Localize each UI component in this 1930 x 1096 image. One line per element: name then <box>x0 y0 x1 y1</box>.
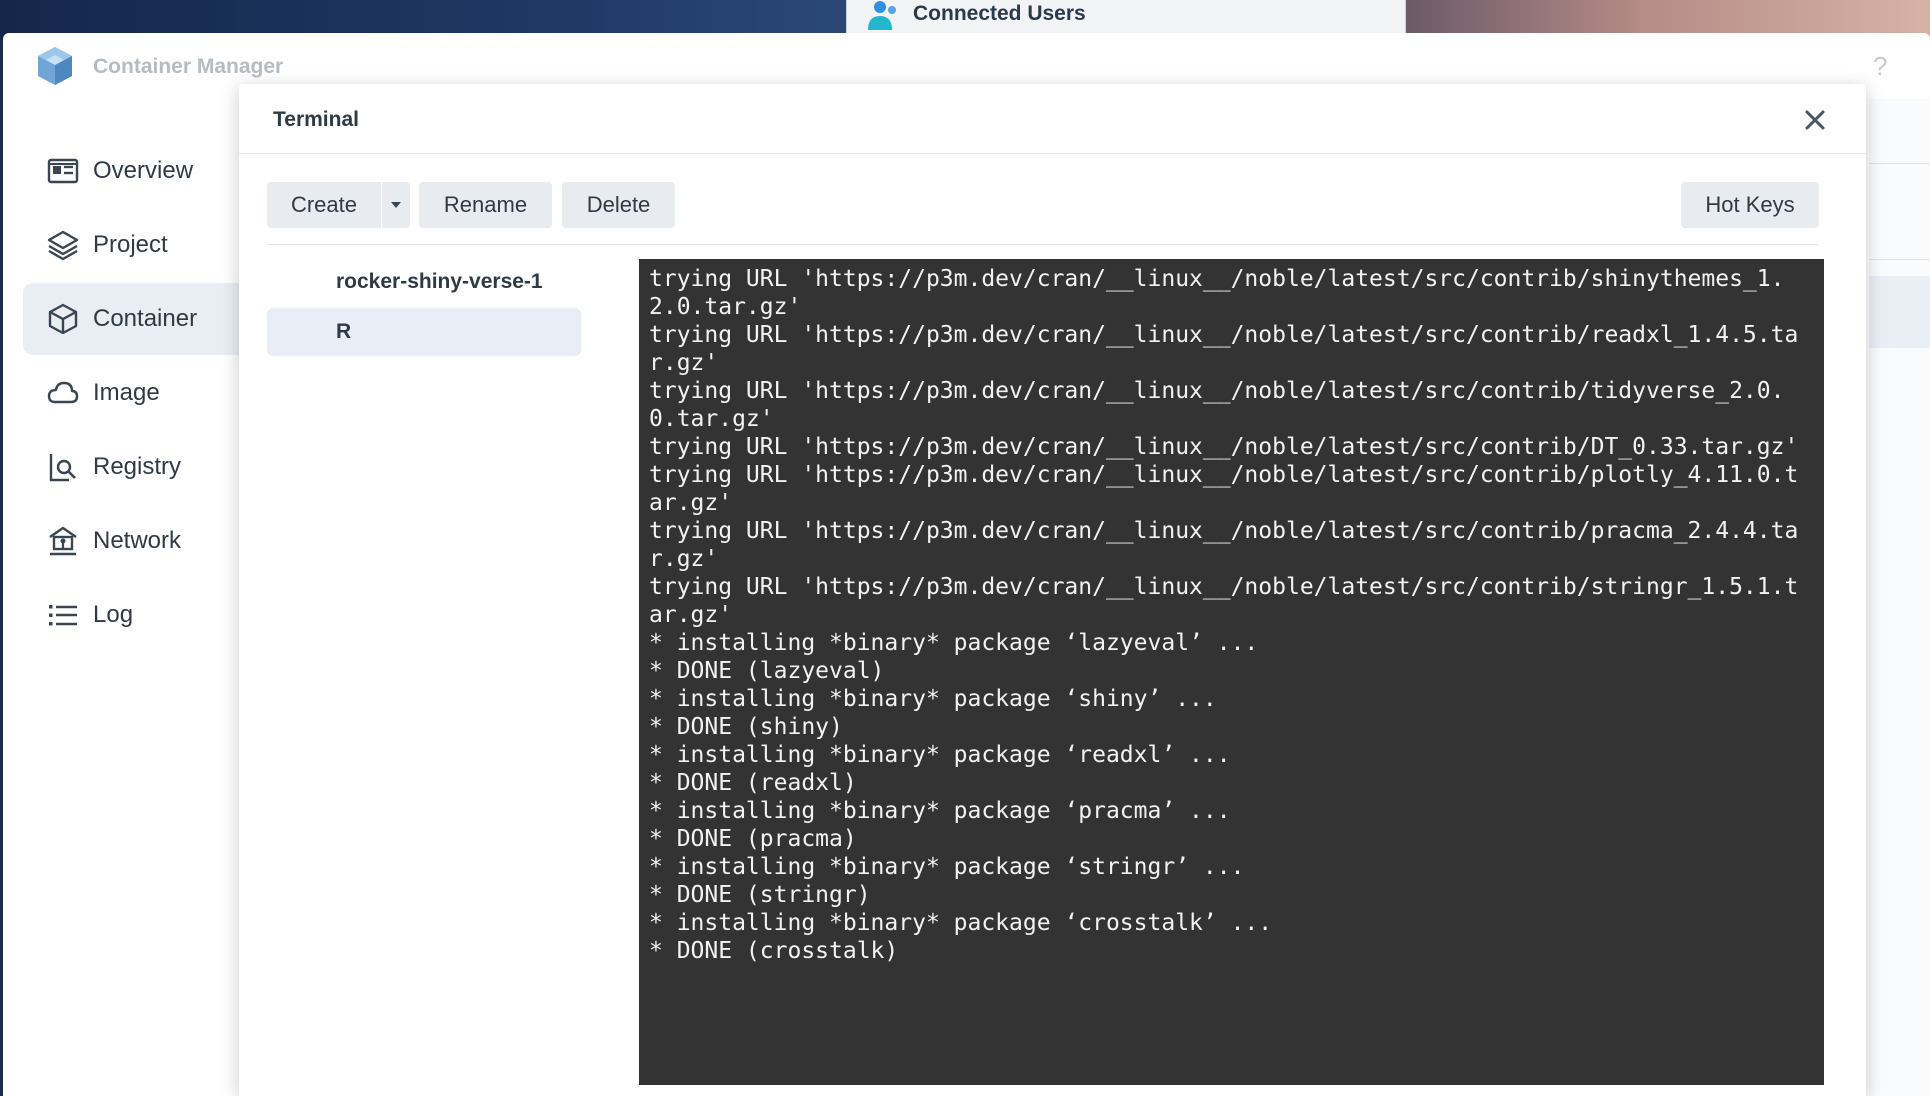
terminal-line: trying URL 'https://p3m.dev/cran/__linux… <box>649 378 1785 432</box>
create-button[interactable]: Create <box>267 182 381 228</box>
sidebar: Overview Project Container Image Registr… <box>3 99 243 1096</box>
caret-down-icon <box>391 202 401 208</box>
terminal-line: * DONE (lazyeval) <box>649 658 885 684</box>
list-icon <box>49 605 77 626</box>
app-title: Container Manager <box>93 55 284 78</box>
terminal-line: * DONE (pracma) <box>649 826 857 852</box>
close-icon[interactable] <box>1799 104 1831 136</box>
terminal-line: * installing *binary* package ‘shiny’ ..… <box>649 686 1217 712</box>
connected-users-widget[interactable]: Connected Users <box>846 0 1406 34</box>
terminal-line: trying URL 'https://p3m.dev/cran/__linux… <box>649 434 1799 460</box>
terminal-line: * installing *binary* package ‘readxl’ .… <box>649 742 1231 768</box>
sidebar-item-log[interactable]: Log <box>23 579 243 651</box>
cube-icon <box>48 303 78 335</box>
connected-users-label: Connected Users <box>913 2 1086 25</box>
divider <box>267 244 1819 245</box>
terminal-line: trying URL 'https://p3m.dev/cran/__linux… <box>649 266 1785 320</box>
terminal-line: * installing *binary* package ‘crosstalk… <box>649 910 1273 936</box>
terminal-line: trying URL 'https://p3m.dev/cran/__linux… <box>649 574 1799 628</box>
divider <box>1869 259 1930 260</box>
sidebar-item-label: Container <box>93 305 198 332</box>
terminal-line: trying URL 'https://p3m.dev/cran/__linux… <box>649 518 1799 572</box>
terminal-output[interactable]: trying URL 'https://p3m.dev/cran/__linux… <box>639 259 1824 1085</box>
terminal-line: * installing *binary* package ‘stringr’ … <box>649 854 1245 880</box>
terminal-text: trying URL 'https://p3m.dev/cran/__linux… <box>649 265 1799 965</box>
sidebar-item-label: Overview <box>93 157 194 184</box>
layers-icon <box>47 230 79 261</box>
terminal-line: trying URL 'https://p3m.dev/cran/__linux… <box>649 322 1799 376</box>
selected-row[interactable] <box>1869 276 1930 348</box>
session-item-r[interactable]: R <box>267 308 581 356</box>
sidebar-item-project[interactable]: Project <box>23 209 243 281</box>
terminal-line: trying URL 'https://p3m.dev/cran/__linux… <box>649 462 1799 516</box>
terminal-dialog: Terminal Create Rename Delete Hot Keys r… <box>239 84 1866 1096</box>
sidebar-item-label: Network <box>93 527 182 554</box>
sidebar-item-label: Registry <box>93 453 182 480</box>
terminal-line: * DONE (stringr) <box>649 882 871 908</box>
create-dropdown-button[interactable] <box>382 182 410 228</box>
session-label: rocker-shiny-verse-1 <box>336 270 543 293</box>
sidebar-item-image[interactable]: Image <box>23 357 243 429</box>
container-manager-logo-icon <box>38 47 72 85</box>
sidebar-item-overview[interactable]: Overview <box>23 135 243 207</box>
terminal-line: * installing *binary* package ‘pracma’ .… <box>649 798 1231 824</box>
session-item-rocker-shiny-verse-1[interactable]: rocker-shiny-verse-1 <box>267 258 581 306</box>
sidebar-item-label: Image <box>93 379 160 406</box>
divider <box>1869 163 1930 164</box>
terminal-line: * DONE (crosstalk) <box>649 938 899 964</box>
terminal-line: * installing *binary* package ‘lazyeval’… <box>649 630 1259 656</box>
session-label: R <box>336 320 352 343</box>
rename-button[interactable]: Rename <box>419 182 552 228</box>
users-icon <box>868 1 896 30</box>
sidebar-item-registry[interactable]: Registry <box>23 431 243 503</box>
delete-button[interactable]: Delete <box>562 182 675 228</box>
overview-icon <box>47 158 79 184</box>
sidebar-item-label: Log <box>93 601 134 628</box>
help-icon[interactable]: ? <box>1873 51 1887 82</box>
dialog-title: Terminal <box>273 108 359 131</box>
underlying-content-strip <box>1869 99 1930 1096</box>
sidebar-item-network[interactable]: Network <box>23 505 243 577</box>
hot-keys-button[interactable]: Hot Keys <box>1681 182 1819 228</box>
terminal-line: * DONE (readxl) <box>649 770 857 796</box>
cloud-icon <box>47 381 79 404</box>
sidebar-item-label: Project <box>93 231 168 258</box>
terminal-line: * DONE (shiny) <box>649 714 843 740</box>
divider <box>239 153 1866 154</box>
registry-search-icon <box>49 454 76 482</box>
network-icon <box>49 526 77 556</box>
sidebar-item-container[interactable]: Container <box>23 283 243 355</box>
